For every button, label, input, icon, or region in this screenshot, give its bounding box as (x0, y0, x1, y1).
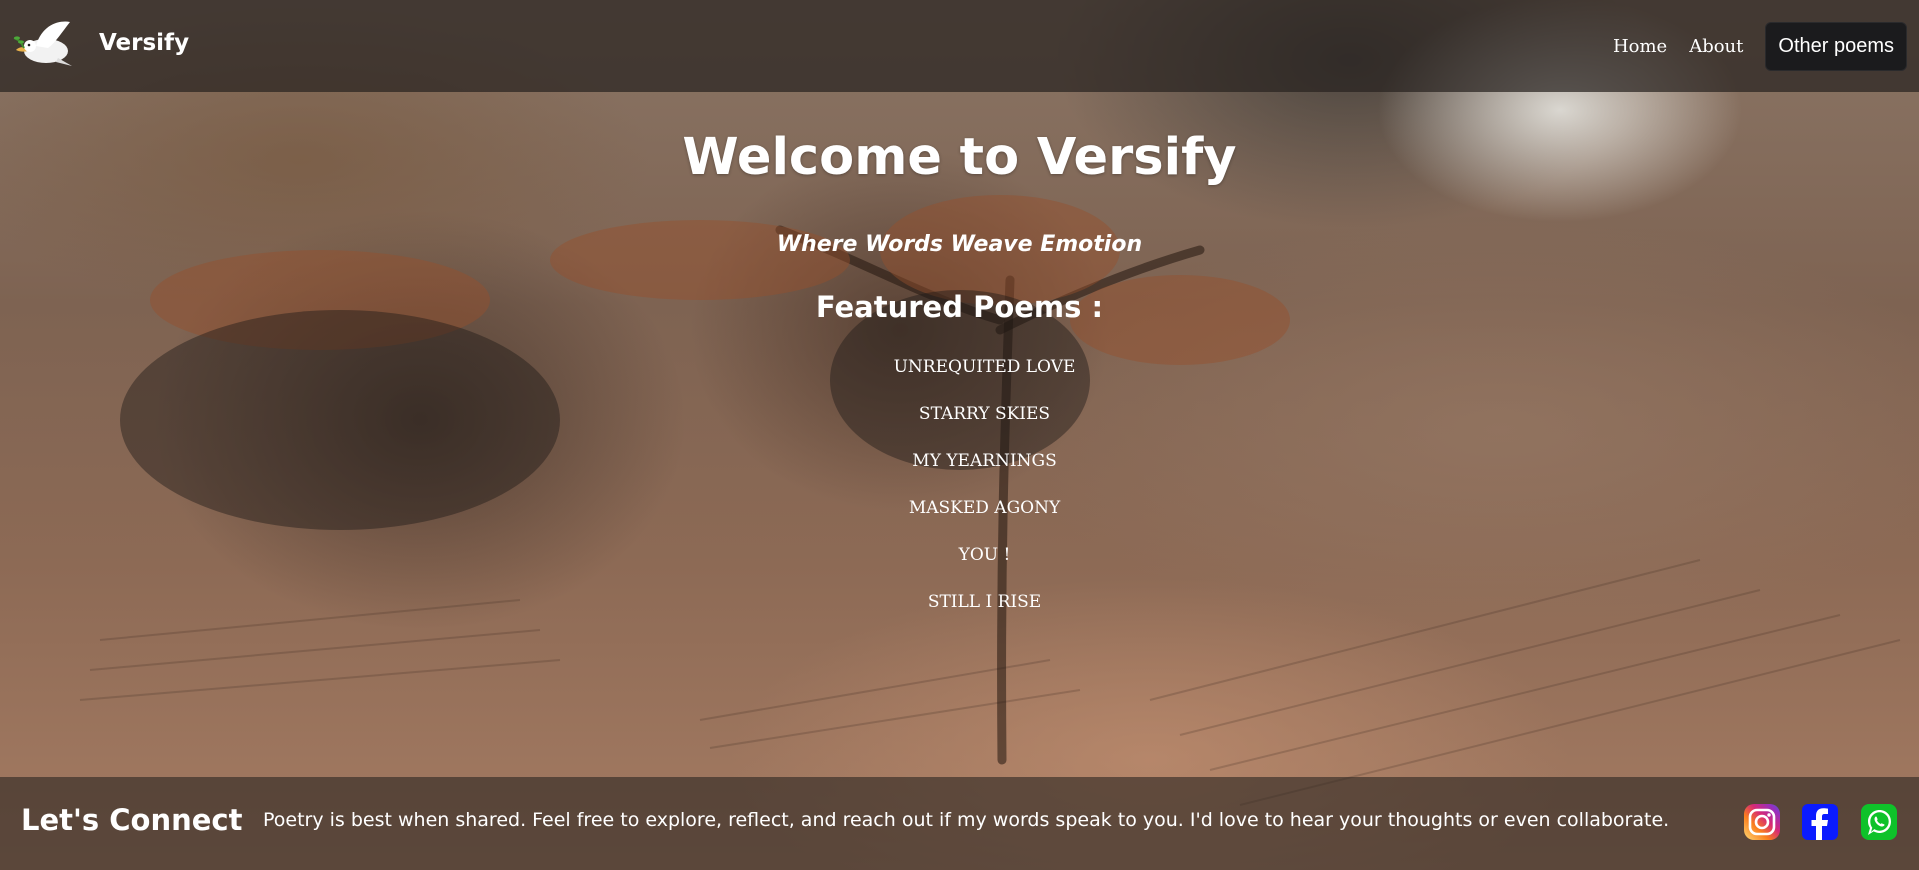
poem-link-you[interactable]: YOU ! (0, 543, 1919, 590)
poem-link-still-i-rise[interactable]: STILL I RISE (0, 590, 1919, 637)
facebook-icon[interactable] (1801, 802, 1839, 842)
nav-links: Home About Other poems (1613, 22, 1907, 71)
page-subtitle: Where Words Weave Emotion (776, 232, 1143, 257)
poem-link-starry-skies[interactable]: STARRY SKIES (0, 402, 1919, 449)
brand-name[interactable]: Versify (99, 30, 189, 56)
whatsapp-icon[interactable] (1860, 802, 1898, 842)
featured-poems-list: UNREQUITED LOVE STARRY SKIES MY YEARNING… (0, 355, 1919, 637)
footer-title: Let's Connect (21, 803, 243, 837)
instagram-icon[interactable] (1743, 802, 1781, 842)
page-title-text: Welcome to Versify (682, 128, 1237, 187)
footer: Let's Connect Poetry is best when shared… (0, 777, 1919, 870)
page-title: Welcome to Versify (0, 128, 1919, 187)
dove-logo-icon[interactable] (12, 18, 76, 72)
poem-link-masked-agony[interactable]: MASKED AGONY (0, 496, 1919, 543)
nav-home-link[interactable]: Home (1613, 23, 1667, 71)
navbar: Versify Home About Other poems (0, 0, 1919, 92)
other-poems-button[interactable]: Other poems (1765, 22, 1907, 71)
nav-about-link[interactable]: About (1689, 23, 1743, 71)
featured-poems-heading: Featured Poems : (815, 290, 1104, 324)
footer-text: Poetry is best when shared. Feel free to… (263, 809, 1670, 831)
poem-link-my-yearnings[interactable]: MY YEARNINGS (0, 449, 1919, 496)
poem-link-unrequited-love[interactable]: UNREQUITED LOVE (0, 355, 1919, 402)
